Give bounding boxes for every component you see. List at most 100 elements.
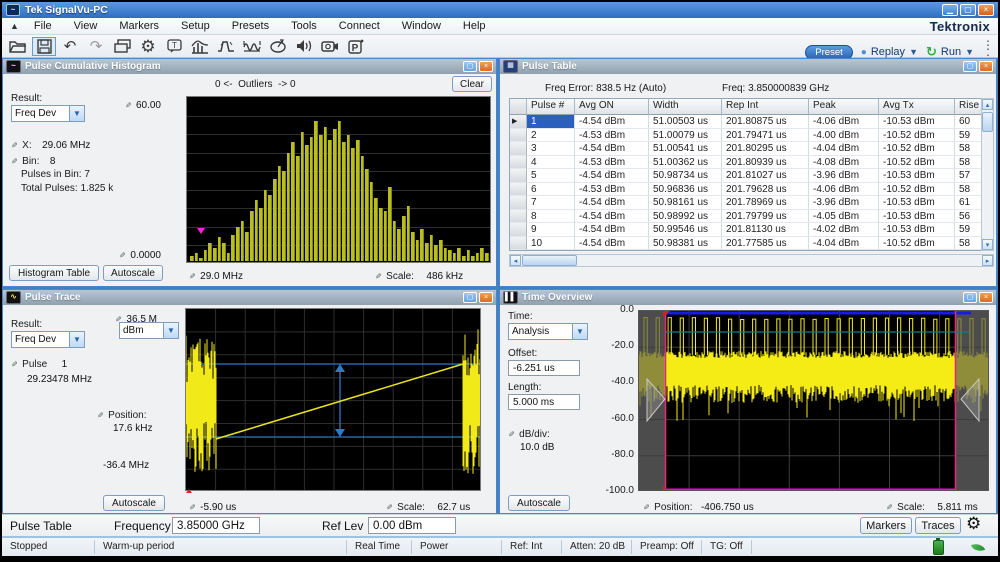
autoscale-button[interactable]: Autoscale xyxy=(508,495,570,511)
cell[interactable]: -10.52 dBm xyxy=(879,237,955,251)
x-scale-label[interactable]: ✎ Scale: 5.811 ms xyxy=(886,497,978,515)
cell[interactable]: 1 xyxy=(527,115,575,129)
cell[interactable]: 50.96836 us xyxy=(649,183,722,197)
cell[interactable]: 51.00503 us xyxy=(649,115,722,129)
cell[interactable]: 59 xyxy=(955,223,982,237)
menu-item-setup[interactable]: Setup xyxy=(170,20,221,32)
cell[interactable]: 51.00541 us xyxy=(649,142,722,156)
menu-item-connect[interactable]: Connect xyxy=(328,20,391,32)
table-row[interactable]: ▶1-4.54 dBm51.00503 us201.80875 us-4.06 … xyxy=(510,115,982,129)
cell[interactable]: -10.52 dBm xyxy=(879,142,955,156)
x-start-label[interactable]: ✎ 29.0 MHz xyxy=(189,266,243,284)
time-overview-titlebar[interactable]: ▌▌ Time Overview ▢ × xyxy=(500,290,996,305)
close-icon[interactable]: × xyxy=(479,292,493,303)
result-select[interactable]: Freq Dev ▼ xyxy=(11,331,85,348)
cell[interactable]: -4.08 dBm xyxy=(809,156,879,170)
menu-item-markers[interactable]: Markers xyxy=(108,20,170,32)
cell[interactable]: 5 xyxy=(527,169,575,183)
frequency-input[interactable]: 3.85000 GHz xyxy=(172,517,260,534)
minimize-button[interactable]: ▁ xyxy=(942,4,958,16)
cell[interactable]: 61 xyxy=(955,196,982,210)
cell[interactable]: 201.80875 us xyxy=(722,115,809,129)
cell[interactable]: -4.53 dBm xyxy=(575,156,649,170)
close-button[interactable]: × xyxy=(978,4,994,16)
cell[interactable]: 50.98992 us xyxy=(649,210,722,224)
row-selector[interactable] xyxy=(510,142,527,156)
table-row[interactable]: 8-4.54 dBm50.98992 us201.79799 us-4.05 d… xyxy=(510,210,982,224)
markers-button[interactable]: Markers xyxy=(860,517,912,534)
cell[interactable]: 50.98734 us xyxy=(649,169,722,183)
x-scale-label[interactable]: ✎ Scale: 62.7 us xyxy=(386,497,470,515)
cell[interactable]: 2 xyxy=(527,129,575,143)
ref-lev-input[interactable]: 0.00 dBm xyxy=(368,517,456,534)
cell[interactable]: -10.52 dBm xyxy=(879,183,955,197)
cell[interactable]: 58 xyxy=(955,183,982,197)
scroll-down-icon[interactable]: ▾ xyxy=(982,239,993,250)
column-header[interactable]: Rep Int xyxy=(722,99,809,115)
cell[interactable]: -10.53 dBm xyxy=(879,196,955,210)
length-input[interactable]: 5.000 ms xyxy=(508,394,580,410)
window-titlebar[interactable]: ~ Tek SignalVu-PC ▁ ▢ × xyxy=(2,2,998,18)
restore-icon[interactable]: ▢ xyxy=(463,61,477,72)
menu-item-presets[interactable]: Presets xyxy=(221,20,280,32)
maximize-button[interactable]: ▢ xyxy=(960,4,976,16)
cell[interactable]: 50.99546 us xyxy=(649,223,722,237)
column-header[interactable]: Rise xyxy=(955,99,982,115)
cell[interactable]: -3.96 dBm xyxy=(809,169,879,183)
cell[interactable]: -4.54 dBm xyxy=(575,196,649,210)
histogram-view-icon[interactable] xyxy=(188,37,212,56)
histogram-table-button[interactable]: Histogram Table xyxy=(9,265,99,281)
column-header[interactable]: Pulse # xyxy=(527,99,575,115)
cell[interactable]: 7 xyxy=(527,196,575,210)
annotation-icon[interactable]: T xyxy=(162,37,186,56)
replay-dropdown[interactable]: ● Replay ▼ xyxy=(861,46,918,58)
cell[interactable]: -3.96 dBm xyxy=(809,196,879,210)
cell[interactable]: 201.79471 us xyxy=(722,129,809,143)
preset-marker-icon[interactable]: P xyxy=(344,37,368,56)
pulse-trace-plot[interactable] xyxy=(185,308,481,491)
x-scale-label[interactable]: ✎ Scale: 486 kHz xyxy=(375,266,463,284)
redo-icon[interactable]: ↷ xyxy=(84,37,108,56)
histogram-panel-titlebar[interactable]: ~ Pulse Cumulative Histogram ▢ × xyxy=(3,59,496,74)
scroll-thumb[interactable] xyxy=(522,255,577,266)
restore-icon[interactable]: ▢ xyxy=(963,61,977,72)
cell[interactable]: 6 xyxy=(527,183,575,197)
scroll-left-icon[interactable]: ◂ xyxy=(510,255,521,266)
cell[interactable]: 58 xyxy=(955,237,982,251)
cell[interactable]: -10.53 dBm xyxy=(879,169,955,183)
cell[interactable]: -10.53 dBm xyxy=(879,115,955,129)
pulse-trace-titlebar[interactable]: ∿ Pulse Trace ▢ × xyxy=(3,290,496,305)
cell[interactable]: 201.78969 us xyxy=(722,196,809,210)
cell[interactable]: 3 xyxy=(527,142,575,156)
cell[interactable]: 201.79628 us xyxy=(722,183,809,197)
autoscale-button[interactable]: Autoscale xyxy=(103,495,165,511)
position-readout[interactable]: ✎ Position: 17.6 kHz xyxy=(97,405,152,434)
offset-input[interactable]: -6.251 us xyxy=(508,360,580,376)
cell[interactable]: 60 xyxy=(955,115,982,129)
scroll-right-icon[interactable]: ▸ xyxy=(982,255,993,266)
cell[interactable]: 201.81130 us xyxy=(722,223,809,237)
audio-speaker-icon[interactable] xyxy=(292,37,316,56)
restore-icon[interactable]: ▢ xyxy=(463,292,477,303)
cell[interactable]: -4.54 dBm xyxy=(575,223,649,237)
cell[interactable]: 58 xyxy=(955,156,982,170)
pulse-table-titlebar[interactable]: ▦ Pulse Table ▢ × xyxy=(500,59,996,74)
cell[interactable]: -4.04 dBm xyxy=(809,142,879,156)
table-row[interactable]: 7-4.54 dBm50.98161 us201.78969 us-3.96 d… xyxy=(510,196,982,210)
autoscale-button[interactable]: Autoscale xyxy=(103,265,163,281)
cell[interactable]: -4.54 dBm xyxy=(575,142,649,156)
cell[interactable]: 201.80939 us xyxy=(722,156,809,170)
cell[interactable]: 58 xyxy=(955,142,982,156)
menu-item-view[interactable]: View xyxy=(63,20,109,32)
close-icon[interactable]: × xyxy=(979,61,993,72)
x-start-label[interactable]: ✎ -5.90 us xyxy=(189,497,236,515)
histogram-plot[interactable] xyxy=(186,96,491,263)
table-row[interactable]: 3-4.54 dBm51.00541 us201.80295 us-4.04 d… xyxy=(510,142,982,156)
position-label[interactable]: ✎ Position: -406.750 us xyxy=(643,497,754,515)
menu-item-file[interactable]: File xyxy=(23,20,63,32)
cell[interactable]: 57 xyxy=(955,169,982,183)
cell[interactable]: -4.02 dBm xyxy=(809,223,879,237)
row-selector[interactable] xyxy=(510,223,527,237)
cell[interactable]: -4.04 dBm xyxy=(809,237,879,251)
undo-icon[interactable]: ↶ xyxy=(58,37,82,56)
